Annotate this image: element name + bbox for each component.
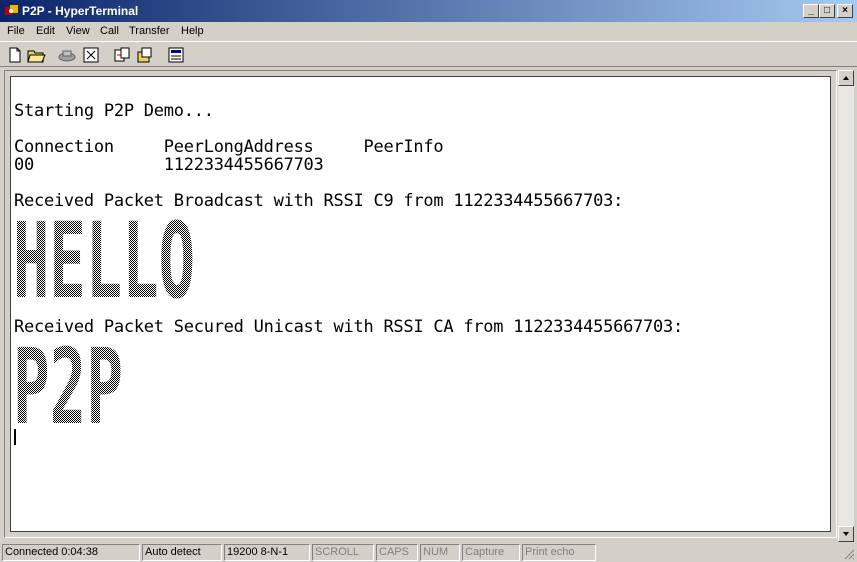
text-cursor bbox=[14, 429, 16, 445]
disconnect-icon[interactable] bbox=[57, 45, 77, 65]
properties-icon[interactable] bbox=[166, 45, 186, 65]
p2p-art-text: P2P bbox=[13, 341, 123, 433]
close-button[interactable]: × bbox=[837, 4, 853, 18]
menu-file[interactable]: File bbox=[7, 25, 25, 37]
send-icon[interactable] bbox=[112, 45, 132, 65]
toolbar bbox=[0, 41, 857, 67]
new-icon[interactable] bbox=[5, 45, 25, 65]
hyperterminal-app-icon[interactable] bbox=[4, 4, 19, 18]
minimize-button[interactable]: _ bbox=[803, 4, 819, 18]
menu-call[interactable]: Call bbox=[100, 25, 119, 37]
scroll-up-arrow-icon bbox=[843, 76, 849, 80]
hello-art-text: HELLO bbox=[13, 215, 195, 307]
dial-icon[interactable] bbox=[81, 45, 101, 65]
scroll-down-button[interactable] bbox=[838, 526, 854, 542]
menu-transfer[interactable]: Transfer bbox=[129, 25, 170, 37]
status-scroll: SCROLL bbox=[312, 544, 374, 561]
terminal-screen[interactable]: Starting P2P Demo... Connection PeerLong… bbox=[10, 76, 831, 532]
window-title: P2P - HyperTerminal bbox=[22, 4, 139, 18]
status-connected: Connected 0:04:38 bbox=[2, 544, 140, 561]
hello-ascii-art: HELLO bbox=[13, 215, 195, 307]
maximize-button[interactable]: □ bbox=[819, 4, 835, 18]
terminal-line-header: Connection PeerLongAddress PeerInfo bbox=[14, 137, 444, 157]
scroll-down-arrow-icon bbox=[843, 532, 849, 536]
terminal-frame: Starting P2P Demo... Connection PeerLong… bbox=[4, 70, 837, 538]
terminal-line-unicast: Received Packet Secured Unicast with RSS… bbox=[14, 317, 683, 337]
status-bar: Connected 0:04:38 Auto detect 19200 8-N-… bbox=[0, 542, 857, 562]
terminal-line-peer: 00 1122334455667703 bbox=[14, 155, 324, 175]
status-detect: Auto detect bbox=[142, 544, 222, 561]
scroll-up-button[interactable] bbox=[838, 70, 854, 86]
open-icon[interactable] bbox=[26, 45, 46, 65]
vertical-scrollbar[interactable] bbox=[838, 70, 854, 542]
status-caps: CAPS bbox=[376, 544, 418, 561]
terminal-line-broadcast: Received Packet Broadcast with RSSI C9 f… bbox=[14, 191, 624, 211]
menu-bar: File Edit View Call Transfer Help bbox=[0, 22, 857, 41]
title-bar: P2P - HyperTerminal _ □ × bbox=[0, 0, 857, 22]
status-capture: Capture bbox=[462, 544, 520, 561]
p2p-ascii-art: P2P bbox=[13, 341, 123, 433]
status-settings: 19200 8-N-1 bbox=[224, 544, 310, 561]
status-num: NUM bbox=[420, 544, 460, 561]
status-print-echo: Print echo bbox=[522, 544, 596, 561]
receive-icon[interactable] bbox=[135, 45, 155, 65]
menu-edit[interactable]: Edit bbox=[36, 25, 55, 37]
menu-view[interactable]: View bbox=[66, 25, 90, 37]
menu-help[interactable]: Help bbox=[181, 25, 204, 37]
resize-grip-icon[interactable] bbox=[843, 548, 855, 560]
terminal-line-start: Starting P2P Demo... bbox=[14, 101, 214, 121]
